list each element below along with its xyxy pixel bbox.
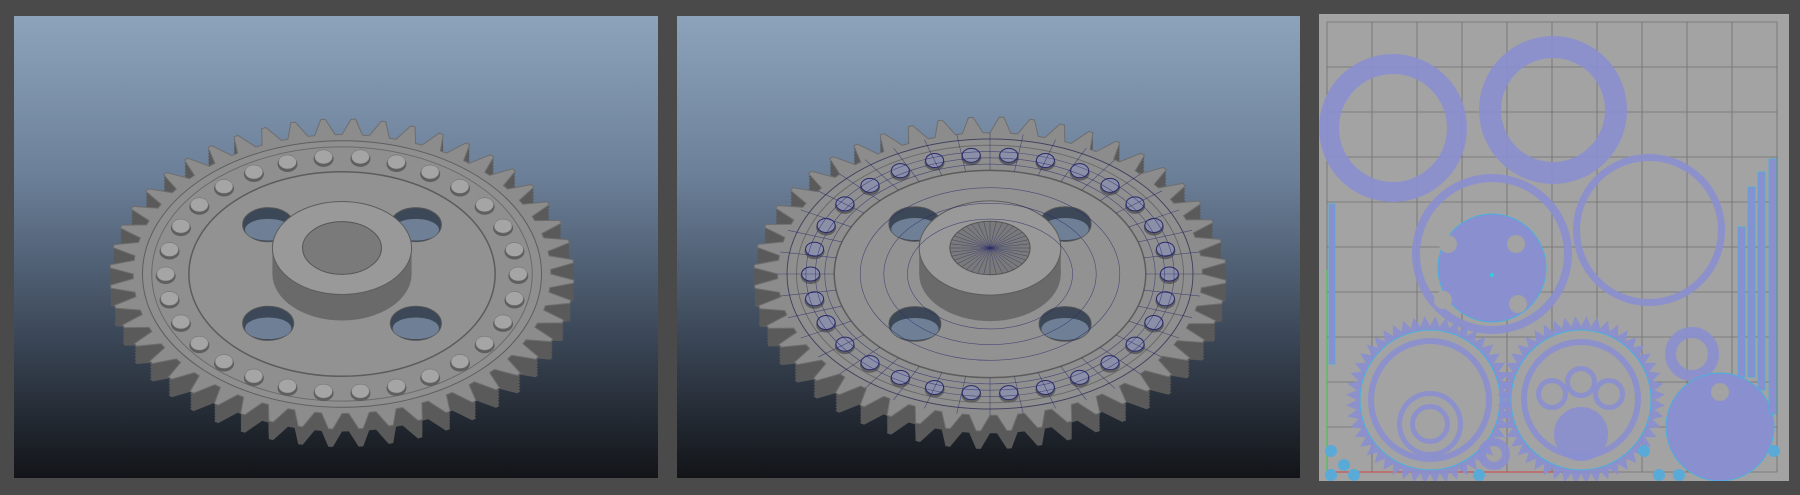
uv-small-disc — [1653, 469, 1665, 481]
uv-hole — [1509, 295, 1527, 313]
bolt — [475, 335, 494, 351]
bolt — [505, 291, 524, 306]
bolt — [160, 291, 179, 306]
bolt — [314, 149, 333, 165]
bolt — [351, 383, 370, 399]
uv-small-disc — [1473, 469, 1485, 481]
bolt — [244, 368, 264, 384]
bolt — [1070, 369, 1090, 385]
bolt — [278, 154, 297, 170]
bolt — [171, 314, 191, 330]
uv-disc-shell — [1437, 213, 1547, 323]
uv-small-disc — [1325, 445, 1337, 457]
bolt — [505, 242, 524, 257]
bolt — [420, 368, 440, 384]
uv-small-disc — [1768, 445, 1780, 457]
uv-small-disc — [1638, 445, 1650, 457]
shaded-viewport[interactable] — [14, 16, 658, 478]
uv-small-disc — [1325, 469, 1337, 481]
bolt — [999, 147, 1019, 163]
bolt — [890, 163, 910, 179]
uv-hole — [1507, 235, 1525, 253]
bolt — [244, 164, 264, 180]
uv-ring-shell — [1665, 327, 1719, 381]
bolt — [387, 378, 406, 394]
wireframe-viewport[interactable] — [677, 16, 1300, 478]
bolt — [1070, 163, 1090, 179]
bolt — [509, 266, 528, 282]
bolt — [493, 314, 513, 330]
bolt — [171, 218, 191, 234]
uv-hole — [1439, 235, 1457, 253]
bolt — [493, 218, 513, 234]
bolt — [961, 385, 981, 401]
bolt — [214, 179, 234, 194]
bolt — [450, 179, 470, 194]
uv-strip-shell — [1737, 226, 1746, 378]
gear-hole-floor — [891, 317, 939, 340]
bolt — [387, 154, 406, 170]
bolt — [278, 378, 297, 394]
uv-ring-shell — [1478, 438, 1510, 470]
bolt — [190, 197, 209, 213]
hub-bore — [302, 221, 382, 275]
bolt — [999, 385, 1019, 401]
bolt — [214, 354, 234, 369]
bolt — [475, 197, 494, 213]
uv-layout-render — [1319, 21, 1780, 481]
uv-editor-viewport[interactable] — [1319, 14, 1789, 481]
uv-hole — [1711, 383, 1729, 401]
gear-hole-floor — [392, 317, 440, 340]
bolt — [420, 164, 440, 180]
uv-strip-shell — [1747, 186, 1756, 378]
uv-small-disc — [1673, 469, 1685, 481]
gear-hole-floor — [244, 317, 292, 340]
uv-strip-shell — [1757, 171, 1766, 391]
bolt — [314, 383, 333, 399]
bolt — [190, 335, 209, 351]
uv-small-disc — [1338, 459, 1350, 471]
uv-small-disc — [1348, 469, 1360, 481]
bolt — [890, 369, 910, 385]
uv-ring-shell — [1573, 154, 1725, 306]
uv-hole — [1434, 291, 1452, 309]
uv-strip-shell — [1328, 203, 1336, 365]
bolt — [450, 354, 470, 369]
shaded-gear-render — [109, 118, 575, 447]
uv-ring-shell — [1554, 407, 1608, 461]
bolt — [351, 149, 370, 165]
uv-strip-shell — [1768, 158, 1777, 415]
uv-pivot — [1490, 273, 1494, 277]
gear-hole-floor — [1041, 317, 1089, 340]
bolt — [961, 147, 981, 163]
wireframe-gear-render — [753, 116, 1227, 449]
bolt — [160, 242, 179, 257]
uv-ring-shell — [1319, 54, 1467, 202]
bolt — [156, 266, 175, 282]
